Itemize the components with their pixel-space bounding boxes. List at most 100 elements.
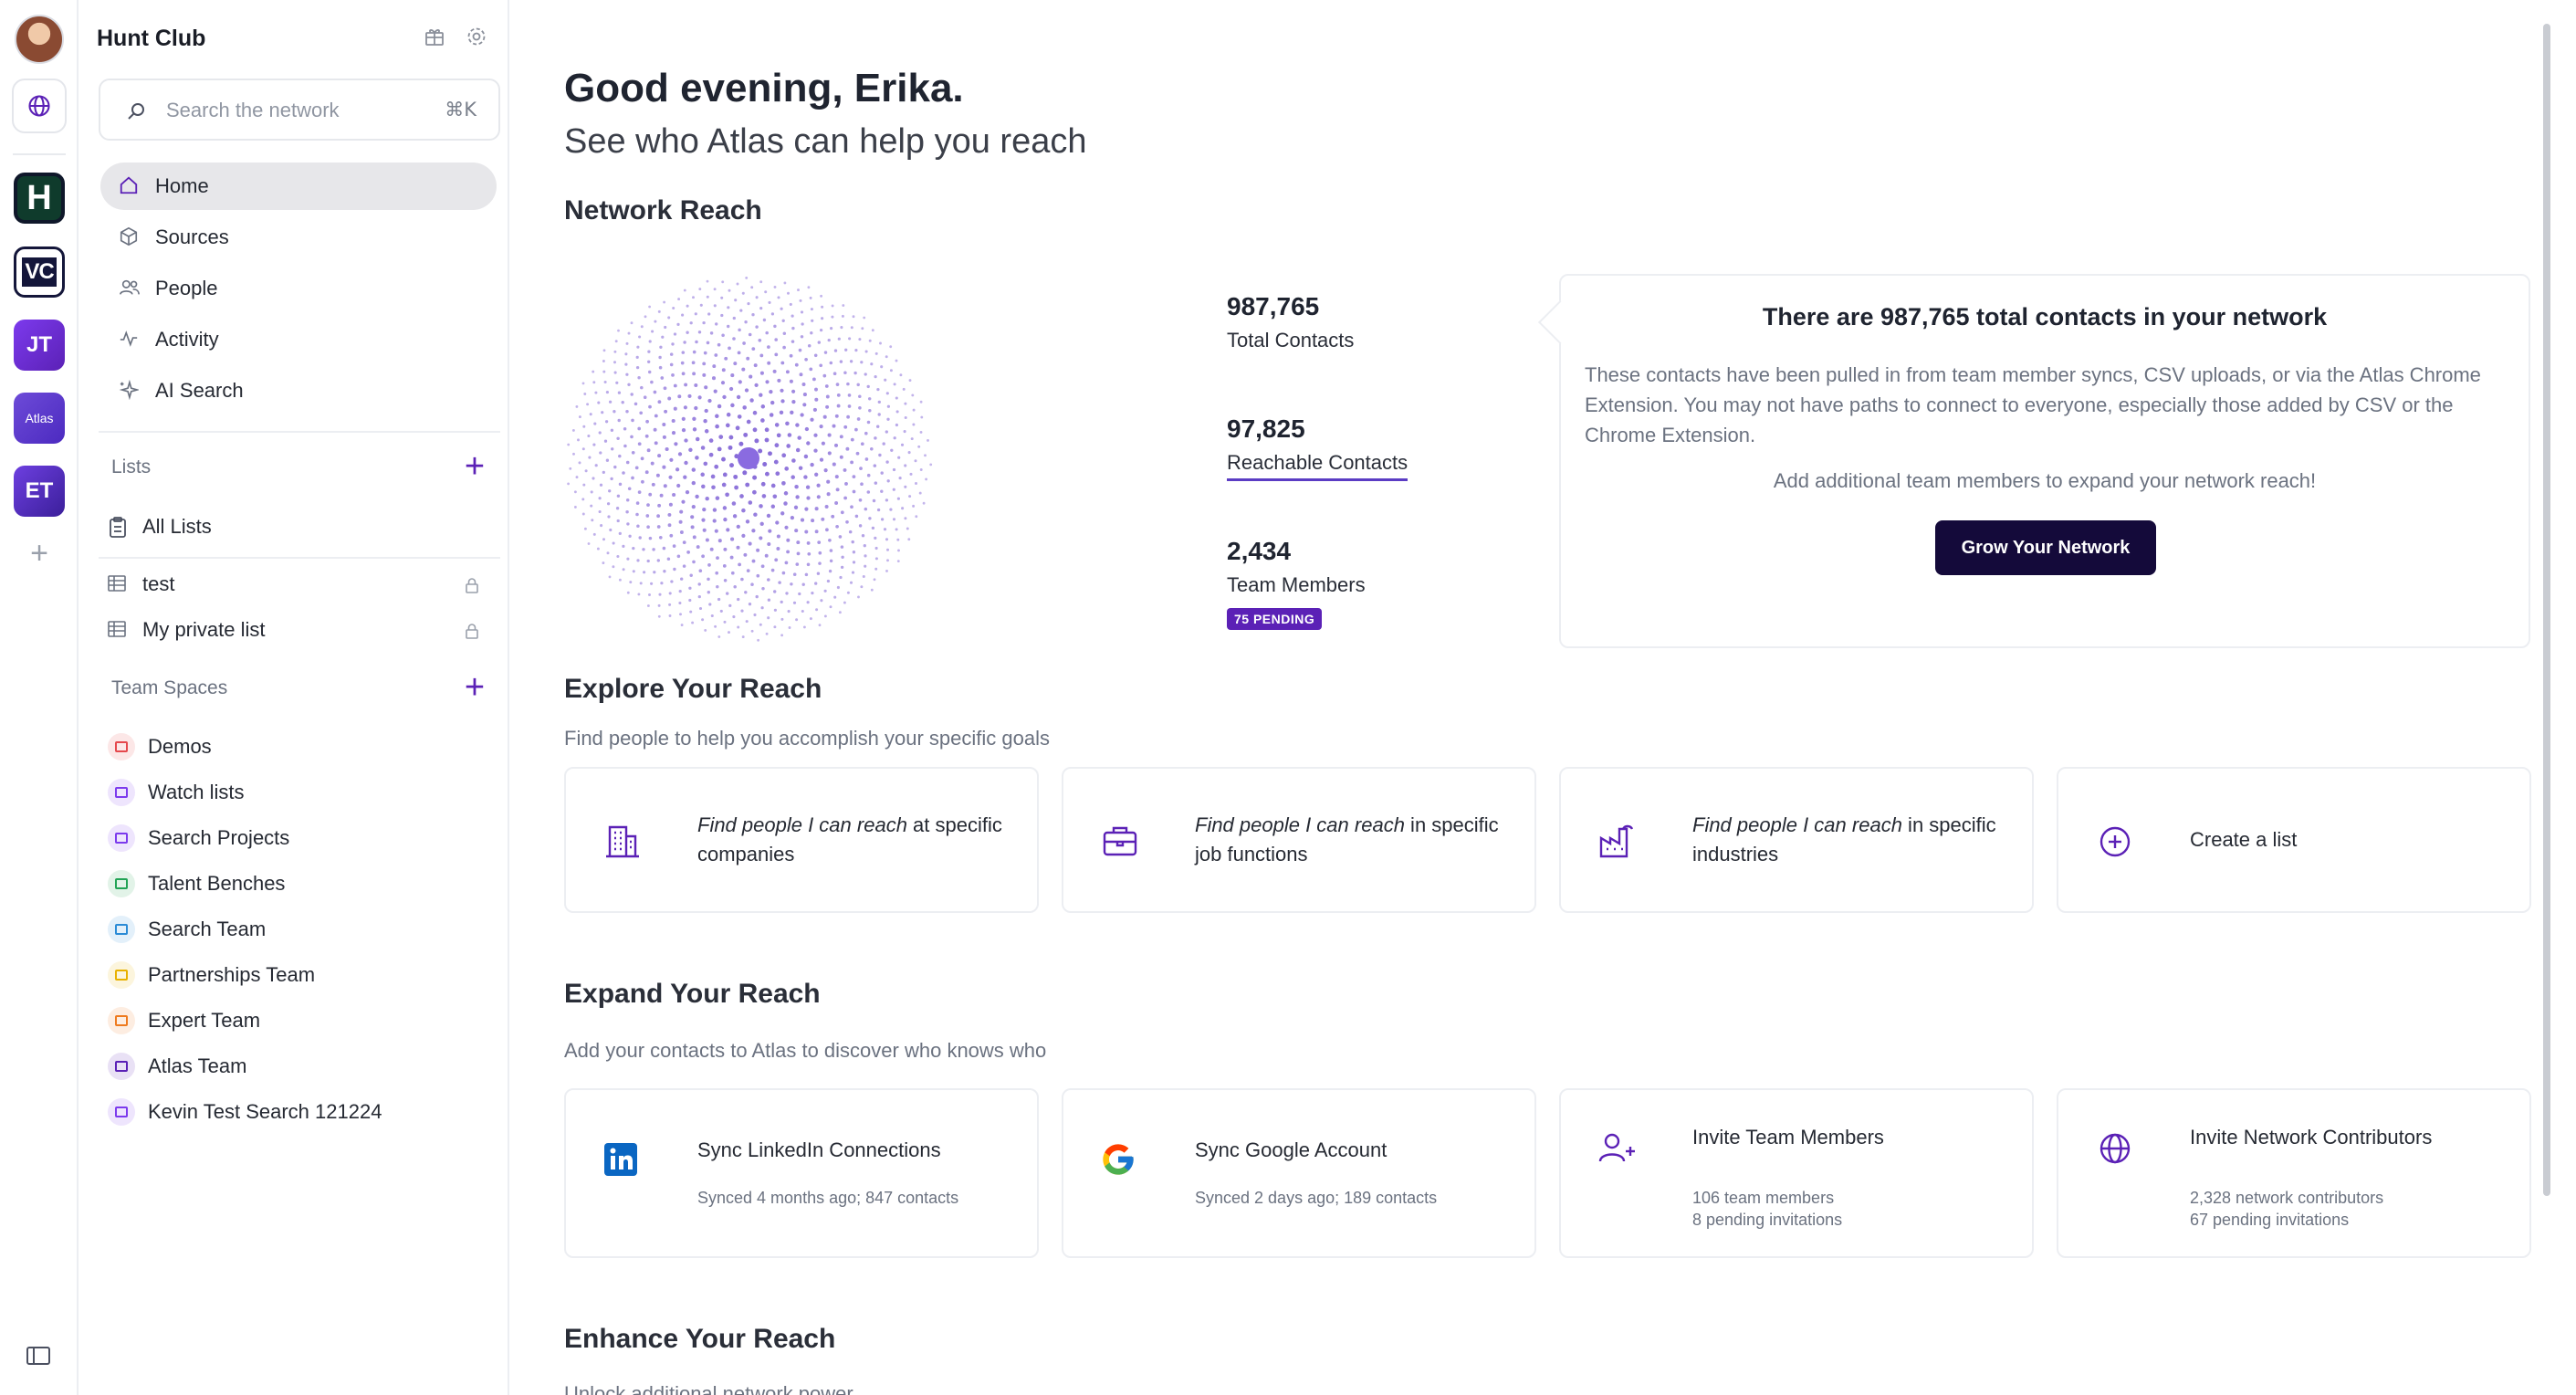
network-dot [839, 455, 843, 459]
explore-card-industries[interactable]: Find people I can reach in specific indu… [1559, 767, 2034, 913]
network-dot [687, 393, 692, 398]
network-dot [896, 497, 900, 500]
all-lists-item[interactable]: All Lists [108, 507, 491, 547]
nav-item-sources[interactable]: Sources [100, 214, 497, 261]
network-dot [811, 591, 814, 595]
network-dot [874, 351, 878, 355]
network-dot [677, 394, 682, 399]
network-dot [804, 426, 810, 432]
list-item-test[interactable]: test [108, 564, 491, 604]
grow-network-button[interactable]: Grow Your Network [1935, 520, 2156, 575]
network-dot [860, 585, 864, 589]
network-dot [600, 524, 603, 528]
list-label: test [142, 572, 175, 595]
network-dot [716, 584, 719, 589]
network-dot [839, 575, 843, 580]
network-dot [901, 507, 905, 510]
sync-google-card[interactable]: Sync Google Account Synced 2 days ago; 1… [1062, 1088, 1536, 1258]
nav-item-home[interactable]: Home [100, 163, 497, 210]
network-dot [780, 600, 783, 604]
page-scrollbar[interactable] [2543, 24, 2550, 1196]
invite-network-contributors-card[interactable]: Invite Network Contributors 2,328 networ… [2057, 1088, 2531, 1258]
workspace-atlas[interactable]: Atlas [14, 393, 65, 444]
team-space-item[interactable]: Watch lists [108, 772, 491, 813]
network-dot [651, 330, 654, 333]
network-dot [773, 285, 777, 288]
nav-item-activity[interactable]: Activity [100, 316, 497, 363]
gift-icon[interactable] [424, 26, 445, 47]
network-dot [886, 404, 891, 408]
team-space-item[interactable]: Search Projects [108, 818, 491, 858]
stat-reachable-contacts[interactable]: 97,825 Reachable Contacts [1227, 414, 1408, 481]
network-dot [581, 447, 585, 451]
network-dot [656, 559, 660, 562]
team-space-item[interactable]: Talent Benches [108, 864, 491, 904]
network-dot [871, 329, 874, 332]
network-dot [695, 340, 698, 344]
network-dot [770, 504, 776, 509]
network-globe-button[interactable] [12, 79, 67, 133]
network-dot [744, 591, 748, 594]
list-item-my-private-list[interactable]: My private list [108, 610, 491, 650]
add-team-space-button[interactable]: + [460, 670, 489, 705]
team-space-item[interactable]: Demos [108, 727, 491, 767]
team-space-item[interactable]: Atlas Team [108, 1046, 491, 1086]
create-list-card[interactable]: Create a list [2057, 767, 2531, 913]
team-space-item[interactable]: Partnerships Team [108, 955, 491, 995]
nav-item-ai-search[interactable]: AI Search [100, 367, 497, 414]
network-dot [673, 332, 677, 336]
network-dot [655, 473, 660, 477]
explore-card-companies[interactable]: Find people I can reach at specific comp… [564, 767, 1039, 913]
invite-team-members-card[interactable]: Invite Team Members 106 team members 8 p… [1559, 1088, 2034, 1258]
team-space-item[interactable]: Kevin Test Search 121224 [108, 1092, 491, 1132]
add-list-button[interactable]: + [460, 449, 489, 484]
network-dot [609, 528, 613, 532]
collapse-sidebar-button[interactable] [26, 1346, 53, 1368]
team-space-label: Talent Benches [148, 872, 286, 895]
network-dot [686, 330, 689, 334]
search-input[interactable] [166, 93, 403, 128]
network-dot [715, 322, 718, 326]
card-meta: 2,328 network contributors [2190, 1189, 2384, 1207]
user-avatar[interactable] [15, 15, 64, 64]
network-center-dot [738, 447, 759, 469]
network-dot [583, 527, 587, 530]
add-workspace-button[interactable]: + [26, 538, 53, 569]
network-dot [900, 443, 905, 446]
network-dot [814, 397, 819, 402]
network-dot [874, 557, 878, 561]
network-dot [840, 565, 844, 570]
workspace-h[interactable]: H [14, 173, 65, 224]
workspace-et[interactable]: ET [14, 466, 65, 517]
network-dot [853, 371, 857, 375]
rail-divider [13, 153, 66, 155]
network-dot [641, 479, 644, 484]
network-dot [774, 352, 779, 357]
nav-item-people[interactable]: People [100, 265, 497, 312]
network-dot [839, 360, 843, 363]
gear-icon[interactable] [466, 26, 487, 47]
network-dot [760, 564, 765, 569]
network-dot [749, 398, 754, 403]
workspace-vc[interactable]: VC [14, 246, 65, 298]
search-box[interactable]: ⌘K [99, 79, 500, 141]
network-dot [567, 443, 571, 446]
network-dot [726, 528, 730, 532]
network-dot [770, 312, 775, 316]
network-dot [732, 615, 736, 619]
team-space-item[interactable]: Search Team [108, 909, 491, 949]
sync-linkedin-card[interactable]: Sync LinkedIn Connections Synced 4 month… [564, 1088, 1039, 1258]
network-dot [748, 603, 752, 606]
network-dot [663, 300, 666, 304]
network-dot [897, 549, 900, 552]
explore-card-job-functions[interactable]: Find people I can reach in specific job … [1062, 767, 1536, 913]
network-dot [773, 608, 777, 612]
network-dot [673, 567, 676, 572]
sparkle-icon [119, 379, 141, 402]
network-dot [828, 569, 832, 573]
network-dot [786, 550, 791, 554]
team-space-item[interactable]: Expert Team [108, 1001, 491, 1041]
network-dot [680, 361, 685, 365]
workspace-jt[interactable]: JT [14, 320, 65, 371]
network-dot [902, 387, 906, 391]
